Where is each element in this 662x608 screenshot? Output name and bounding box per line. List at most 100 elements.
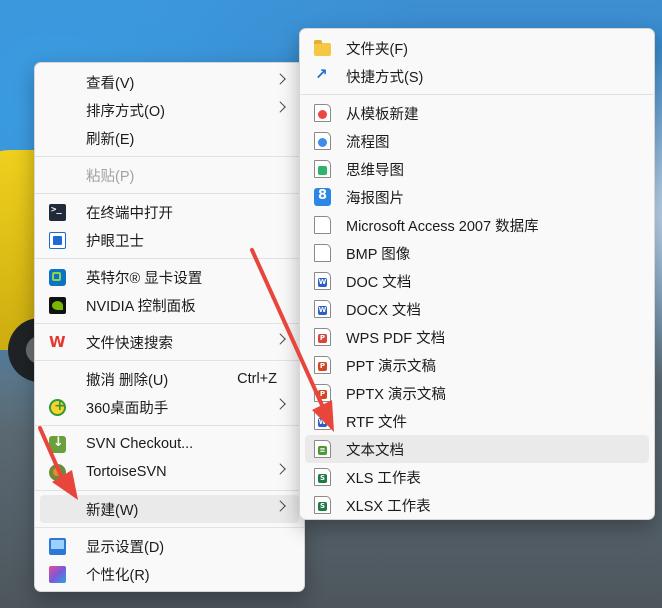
menu-item-label: DOC 文档 xyxy=(346,274,412,291)
submenu-item-access-db[interactable]: Microsoft Access 2007 数据库 xyxy=(305,211,649,239)
menu-item-label: 个性化(R) xyxy=(86,567,150,584)
poster-icon xyxy=(314,188,331,206)
chevron-right-icon xyxy=(274,333,286,345)
personalize-icon xyxy=(49,566,66,583)
submenu-item-from-template[interactable]: 从模板新建 xyxy=(305,99,649,127)
menu-item-open-terminal[interactable]: 在终端中打开 xyxy=(40,198,299,226)
menu-item-label: 文件夹(F) xyxy=(346,41,409,58)
text-doc-icon: ≡ xyxy=(314,440,331,458)
submenu-item-xlsx[interactable]: S XLSX 工作表 xyxy=(305,491,649,519)
menu-item-label: 在终端中打开 xyxy=(86,205,173,222)
menu-item-label: 快捷方式(S) xyxy=(346,69,424,86)
menu-separator xyxy=(35,490,304,491)
chevron-right-icon xyxy=(274,463,286,475)
submenu-item-mindmap[interactable]: 思维导图 xyxy=(305,155,649,183)
menu-separator xyxy=(35,193,304,194)
menu-item-label: 英特尔® 显卡设置 xyxy=(86,270,203,287)
menu-item-label: 查看(V) xyxy=(86,75,135,92)
menu-item-view[interactable]: 查看(V) xyxy=(40,68,299,96)
menu-item-tortoisesvn[interactable]: TortoiseSVN xyxy=(40,458,299,486)
menu-item-label: XLS 工作表 xyxy=(346,470,421,487)
menu-item-label: 显示设置(D) xyxy=(86,539,165,556)
submenu-item-pptx[interactable]: P PPTX 演示文稿 xyxy=(305,379,649,407)
submenu-item-flowchart[interactable]: 流程图 xyxy=(305,127,649,155)
tortoisesvn-icon xyxy=(49,464,66,481)
menu-item-label: 思维导图 xyxy=(346,162,404,179)
folder-icon xyxy=(314,40,331,56)
shortcut-text: Ctrl+Z xyxy=(237,371,277,387)
word-doc-icon: W xyxy=(314,272,331,290)
word-docx-icon: W xyxy=(314,300,331,318)
menu-item-label: SVN Checkout... xyxy=(86,436,194,452)
mindmap-icon xyxy=(314,160,331,178)
blank-file-icon xyxy=(314,244,331,262)
menu-item-label: 流程图 xyxy=(346,134,390,151)
flowchart-icon xyxy=(314,132,331,150)
menu-item-new[interactable]: 新建(W) xyxy=(40,495,299,523)
chevron-right-icon xyxy=(274,398,286,410)
chevron-right-icon xyxy=(274,73,286,85)
submenu-item-text-document[interactable]: ≡ 文本文档 xyxy=(305,435,649,463)
menu-item-label: RTF 文件 xyxy=(346,414,407,431)
terminal-icon xyxy=(49,204,66,221)
menu-item-label: BMP 图像 xyxy=(346,246,411,263)
menu-item-label: 刷新(E) xyxy=(86,131,135,148)
menu-item-undo-delete[interactable]: 撤消 删除(U) Ctrl+Z xyxy=(40,365,299,393)
menu-item-label: DOCX 文档 xyxy=(346,302,421,319)
submenu-item-doc[interactable]: W DOC 文档 xyxy=(305,267,649,295)
menu-item-label: Microsoft Access 2007 数据库 xyxy=(346,218,539,235)
wps-pdf-icon: P xyxy=(314,328,331,346)
menu-item-label: TortoiseSVN xyxy=(86,464,167,480)
rtf-icon: W xyxy=(314,412,331,430)
menu-item-file-search[interactable]: 文件快速搜索 xyxy=(40,328,299,356)
submenu-item-bmp[interactable]: BMP 图像 xyxy=(305,239,649,267)
menu-item-display-settings[interactable]: 显示设置(D) xyxy=(40,532,299,560)
menu-item-label: 粘贴(P) xyxy=(86,168,135,185)
menu-item-360-desktop[interactable]: 360桌面助手 xyxy=(40,393,299,421)
menu-item-eye-guard[interactable]: 护眼卫士 xyxy=(40,226,299,254)
submenu-item-shortcut[interactable]: 快捷方式(S) xyxy=(305,62,649,90)
eye-guard-icon xyxy=(49,232,66,249)
360-icon xyxy=(49,398,66,416)
menu-item-label: NVIDIA 控制面板 xyxy=(86,298,196,315)
display-icon xyxy=(49,538,66,555)
desktop-context-menu: 查看(V) 排序方式(O) 刷新(E) 粘贴(P) 在终端中打开 护眼卫士 英特… xyxy=(34,62,305,592)
submenu-item-xls[interactable]: S XLS 工作表 xyxy=(305,463,649,491)
menu-separator xyxy=(35,425,304,426)
submenu-item-poster[interactable]: 海报图片 xyxy=(305,183,649,211)
submenu-item-folder[interactable]: 文件夹(F) xyxy=(305,34,649,62)
menu-item-label: 360桌面助手 xyxy=(86,400,169,417)
menu-item-refresh[interactable]: 刷新(E) xyxy=(40,124,299,152)
menu-item-label: PPTX 演示文稿 xyxy=(346,386,446,403)
menu-item-svn-checkout[interactable]: SVN Checkout... xyxy=(40,430,299,458)
menu-item-personalize[interactable]: 个性化(R) xyxy=(40,560,299,588)
menu-item-label: 新建(W) xyxy=(86,502,139,519)
xlsx-icon: S xyxy=(314,496,331,514)
submenu-item-rtf[interactable]: W RTF 文件 xyxy=(305,407,649,435)
menu-separator xyxy=(35,360,304,361)
new-submenu: 文件夹(F) 快捷方式(S) 从模板新建 流程图 思维导图 海报图片 Micro… xyxy=(299,28,655,520)
menu-item-label: 从模板新建 xyxy=(346,106,419,123)
menu-item-label: 排序方式(O) xyxy=(86,103,165,120)
submenu-item-docx[interactable]: W DOCX 文档 xyxy=(305,295,649,323)
menu-separator xyxy=(35,156,304,157)
menu-item-sort[interactable]: 排序方式(O) xyxy=(40,96,299,124)
pptx-icon: P xyxy=(314,384,331,402)
menu-item-label: PPT 演示文稿 xyxy=(346,358,436,375)
menu-item-label: WPS PDF 文档 xyxy=(346,330,446,347)
menu-item-label: 文件快速搜索 xyxy=(86,335,173,352)
shortcut-icon xyxy=(314,65,331,85)
submenu-item-wps-pdf[interactable]: P WPS PDF 文档 xyxy=(305,323,649,351)
chevron-right-icon xyxy=(274,101,286,113)
menu-item-nvidia-control-panel[interactable]: NVIDIA 控制面板 xyxy=(40,291,299,319)
submenu-item-ppt[interactable]: P PPT 演示文稿 xyxy=(305,351,649,379)
menu-separator xyxy=(35,323,304,324)
menu-item-label: 海报图片 xyxy=(346,190,404,207)
menu-item-paste: 粘贴(P) xyxy=(40,161,299,189)
intel-graphics-icon xyxy=(49,269,66,286)
chevron-right-icon xyxy=(274,500,286,512)
menu-item-label: 文本文档 xyxy=(346,442,404,459)
menu-item-intel-graphics[interactable]: 英特尔® 显卡设置 xyxy=(40,263,299,291)
ppt-icon: P xyxy=(314,356,331,374)
menu-item-label: XLSX 工作表 xyxy=(346,498,431,515)
